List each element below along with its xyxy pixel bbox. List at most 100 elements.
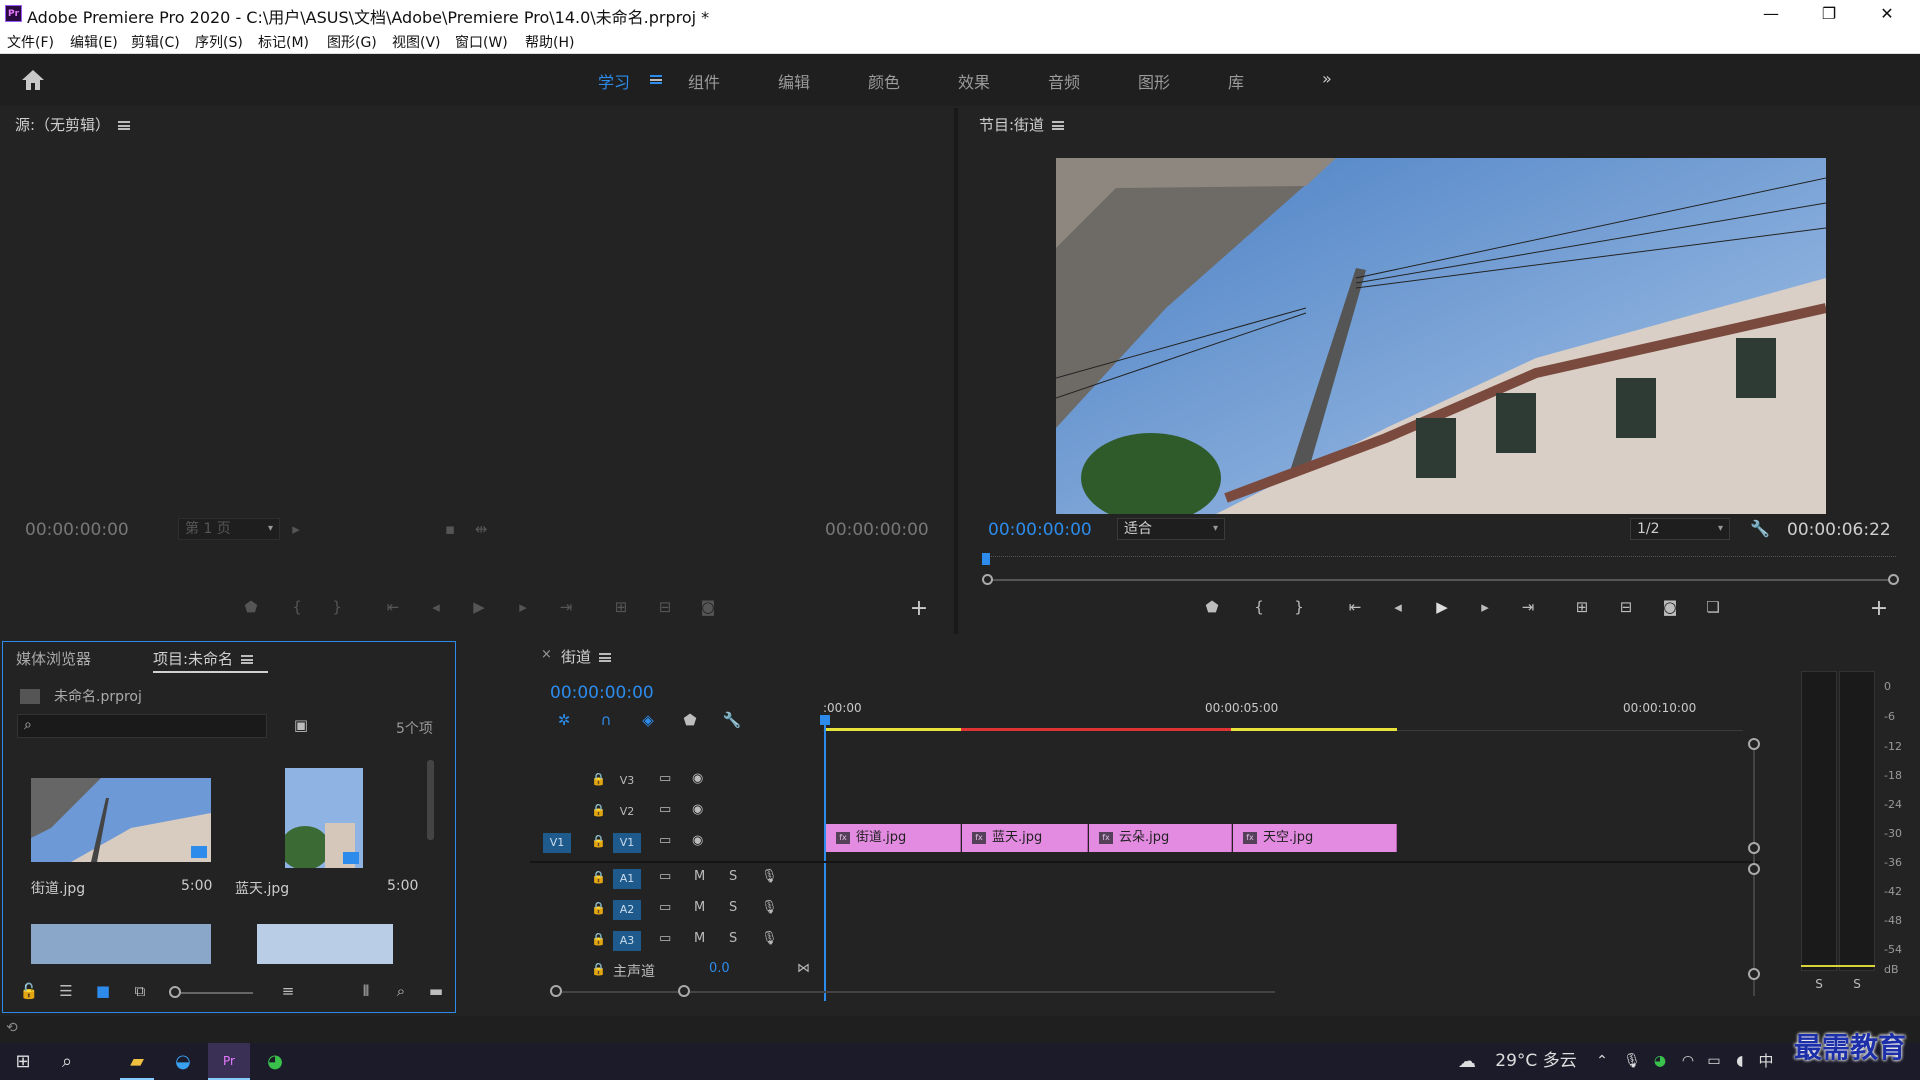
mark-out-icon[interactable]: } xyxy=(324,598,350,616)
timeline-clip[interactable]: fx 天空.jpg xyxy=(1233,824,1397,852)
premiere-taskbar-icon[interactable]: Pr xyxy=(208,1043,250,1080)
sync-lock-icon[interactable]: ▭ xyxy=(659,869,671,884)
solo-button[interactable]: S xyxy=(729,869,737,884)
tab-learn[interactable]: 学习 xyxy=(598,69,630,93)
step-back-icon[interactable]: ◂ xyxy=(423,598,449,616)
track-header-a2[interactable]: 🔒 A2 ▭ M S 🎙 xyxy=(535,894,825,924)
wrench-icon[interactable]: 🔧 xyxy=(1747,519,1773,538)
lock-icon[interactable]: 🔒 xyxy=(591,932,606,946)
weather-text[interactable]: 29°C 多云 xyxy=(1486,1043,1586,1080)
tab-libraries[interactable]: 库 xyxy=(1228,69,1244,93)
lock-icon[interactable]: 🔓 xyxy=(16,982,42,1000)
solo-right-button[interactable]: S xyxy=(1844,977,1870,991)
nest-toggle-icon[interactable]: ✲ xyxy=(551,711,577,729)
play-icon[interactable]: ▶ xyxy=(466,598,492,616)
eye-icon[interactable]: ◉ xyxy=(692,802,703,817)
time-ruler[interactable]: :00:00 00:00:05:00 00:00:10:00 xyxy=(823,701,1743,731)
solo-button[interactable]: S xyxy=(729,931,737,946)
horizontal-scrollbar[interactable] xyxy=(555,991,1275,993)
close-button[interactable]: ✕ xyxy=(1858,0,1916,28)
microphone-icon[interactable]: 🎙 xyxy=(761,869,778,884)
solo-left-button[interactable]: S xyxy=(1806,977,1832,991)
microphone-icon[interactable]: 🎙 xyxy=(761,931,778,946)
go-to-in-icon[interactable]: ⇤ xyxy=(380,598,406,616)
zoom-slider-handle[interactable] xyxy=(169,986,181,998)
add-button-icon[interactable]: + xyxy=(906,596,932,621)
panel-menu-icon[interactable] xyxy=(599,653,612,662)
track-header-master[interactable]: 🔒 主声道 0.0 ⋈ xyxy=(535,955,825,985)
mark-in-icon[interactable]: { xyxy=(1246,598,1272,616)
source-page-select[interactable]: 第 1 页 ▾ xyxy=(178,518,280,540)
menu-edit[interactable]: 编辑(E) xyxy=(70,32,118,52)
tab-media-browser[interactable]: 媒体浏览器 xyxy=(16,648,91,669)
thumbnail-cloud[interactable] xyxy=(31,924,211,964)
track-name[interactable]: A3 xyxy=(613,931,641,951)
scroll-handle[interactable] xyxy=(1748,738,1760,750)
menu-sequence[interactable]: 序列(S) xyxy=(195,32,243,52)
scroll-handle[interactable] xyxy=(678,985,690,997)
add-button-icon[interactable]: + xyxy=(1866,596,1892,621)
sequence-tab[interactable]: 街道 xyxy=(561,646,612,667)
lock-icon[interactable]: 🔒 xyxy=(591,901,606,915)
thumbnail-bluesky[interactable] xyxy=(285,768,363,868)
eye-icon[interactable]: ◉ xyxy=(692,833,703,848)
playhead-head[interactable] xyxy=(820,715,830,725)
export-frame-icon[interactable]: ◙ xyxy=(1657,598,1683,616)
search-icon[interactable]: ⌕ xyxy=(52,1043,82,1080)
program-scrub-ruler[interactable] xyxy=(986,556,1896,570)
mute-button[interactable]: M xyxy=(694,869,705,884)
track-header-v2[interactable]: 🔒 V2 ▭ ◉ xyxy=(535,796,825,826)
new-bin-icon[interactable]: ▣ xyxy=(288,716,314,734)
step-back-icon[interactable]: ◂ xyxy=(1385,598,1411,616)
workspace-menu-icon[interactable] xyxy=(650,75,662,84)
more-workspaces-button[interactable]: » xyxy=(1322,69,1332,88)
track-header-a1[interactable]: 🔒 A1 ▭ M S 🎙 xyxy=(535,863,825,893)
close-sequence-icon[interactable]: × xyxy=(541,647,552,662)
menu-view[interactable]: 视图(V) xyxy=(392,32,441,52)
menu-graphics[interactable]: 图形(G) xyxy=(327,32,377,52)
lock-icon[interactable]: 🔒 xyxy=(591,834,606,848)
track-header-v3[interactable]: 🔒 V3 ▭ ◉ xyxy=(535,765,825,795)
sync-status-icon[interactable]: ⟲ xyxy=(6,1020,18,1036)
timeline-timecode[interactable]: 00:00:00:00 xyxy=(550,683,654,703)
go-to-in-icon[interactable]: ⇤ xyxy=(1342,598,1368,616)
sort-icon[interactable]: ≡ xyxy=(275,982,301,1000)
track-name[interactable]: V2 xyxy=(613,802,641,822)
menu-marker[interactable]: 标记(M) xyxy=(258,32,309,52)
eye-icon[interactable]: ◉ xyxy=(692,771,703,786)
file-explorer-icon[interactable]: ▰ xyxy=(120,1043,154,1080)
ime-indicator[interactable]: 中 xyxy=(1754,1043,1778,1080)
timeline-clip[interactable]: fx 蓝天.jpg xyxy=(962,824,1088,852)
volume-icon[interactable]: ◖ xyxy=(1728,1043,1752,1080)
overwrite-icon[interactable]: ⊟ xyxy=(652,598,678,616)
wechat-icon[interactable]: ◕ xyxy=(258,1043,292,1080)
linked-selection-icon[interactable]: ◈ xyxy=(635,711,661,729)
tab-effects[interactable]: 效果 xyxy=(958,69,990,93)
snap-icon[interactable]: ∩ xyxy=(593,711,619,729)
chevron-up-icon[interactable]: ⌃ xyxy=(1590,1043,1614,1080)
scroll-handle-left[interactable] xyxy=(982,574,993,585)
menu-clip[interactable]: 剪辑(C) xyxy=(131,32,180,52)
lock-icon[interactable]: 🔒 xyxy=(591,803,606,817)
freeform-view-icon[interactable]: ⧉ xyxy=(127,982,153,1000)
sync-lock-icon[interactable]: ▭ xyxy=(659,931,671,946)
scroll-handle[interactable] xyxy=(550,985,562,997)
tab-color[interactable]: 颜色 xyxy=(868,69,900,93)
program-panel-title[interactable]: 节目:街道 xyxy=(979,114,1065,135)
battery-icon[interactable]: ▭ xyxy=(1702,1043,1726,1080)
play-small-icon[interactable]: ▸ xyxy=(283,520,309,538)
track-header-v1[interactable]: V1 🔒 V1 ▭ ◉ xyxy=(535,827,825,857)
scroll-handle[interactable] xyxy=(1748,968,1760,980)
zoom-slider[interactable] xyxy=(171,992,253,994)
microphone-icon[interactable]: 🎙 xyxy=(1620,1043,1644,1080)
new-bin-icon[interactable]: ▬ xyxy=(423,982,449,1000)
step-forward-icon[interactable]: ▸ xyxy=(510,598,536,616)
add-marker-icon[interactable]: ⬟ xyxy=(238,598,264,616)
export-frame-icon[interactable]: ◙ xyxy=(695,598,721,616)
source-timecode-current[interactable]: 00:00:00:00 xyxy=(25,520,129,540)
track-name[interactable]: V1 xyxy=(613,833,641,853)
extract-icon[interactable]: ⊟ xyxy=(1613,598,1639,616)
panel-menu-icon[interactable] xyxy=(241,655,254,664)
mute-button[interactable]: M xyxy=(694,900,705,915)
scroll-handle-right[interactable] xyxy=(1888,574,1899,585)
